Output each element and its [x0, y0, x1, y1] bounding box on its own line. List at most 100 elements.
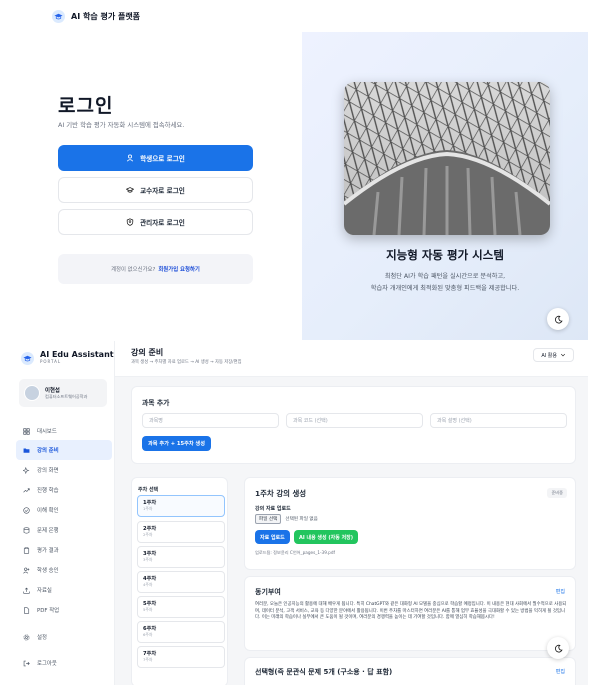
- quiz-title: 선택형(즉 문관식 문제 5개 (구소용 · 답 표함): [255, 668, 393, 676]
- page-title: 강의 준비: [131, 348, 164, 357]
- sidebar-item-student-approval[interactable]: 학생 승인: [16, 560, 112, 580]
- week-select-title: 주차 선택: [138, 487, 159, 493]
- sidebar-brand-subtitle: PORTAL: [40, 359, 62, 364]
- main-content: 강의 준비 과목 생성 → 주차별 자료 업로드 → AI 생성 → 자동 저장…: [115, 341, 588, 685]
- uploaded-file-text: 업로드됨: 정보윤리 C언어_pages_1-39.pdf: [255, 550, 335, 555]
- shield-user-icon: [126, 218, 134, 226]
- week-label: 4주차: [143, 576, 157, 582]
- sidebar-item-question-bank[interactable]: 문제 은행: [16, 520, 112, 540]
- hero-description-line2: 학습자 개개인에게 최적화된 맞춤형 피드백을 제공합니다.: [370, 285, 520, 292]
- course-code-input[interactable]: 과목 코드 (선택): [286, 413, 423, 428]
- user-name: 이현섭: [45, 388, 60, 394]
- week-sublabel: 4주차: [143, 582, 153, 587]
- main-header: 강의 준비 과목 생성 → 주차별 자료 업로드 → AI 생성 → 자동 저장…: [115, 341, 588, 377]
- ai-usage-label: AI 활용: [541, 352, 557, 359]
- sidebar-item-materials[interactable]: 자료실: [16, 580, 112, 600]
- sidebar-item-label: 문제 은행: [37, 528, 59, 534]
- sidebar-item-lecture-prep[interactable]: 강의 준비: [16, 440, 112, 460]
- course-name-input[interactable]: 과목명: [142, 413, 279, 428]
- file-picker: 파일 선택 선택된 파일 없음: [255, 514, 318, 524]
- week-item-7[interactable]: 7주차 7주차: [137, 646, 225, 668]
- professor-login-label: 교수자로 로그인: [140, 187, 185, 195]
- upload-label: 강의 자료 업로드: [255, 506, 291, 512]
- lecture-generate-card: 1주차 강의 생성 준비중 강의 자료 업로드 파일 선택 선택된 파일 없음 …: [244, 477, 576, 570]
- professor-login-button[interactable]: 교수자로 로그인: [58, 177, 253, 203]
- sidebar-item-pdf[interactable]: PDF 작업: [16, 600, 112, 620]
- file-select-button[interactable]: 파일 선택: [255, 514, 282, 524]
- ai-generate-button[interactable]: AI 내용 생성 (자동 저장): [294, 530, 359, 544]
- sidebar-item-label: 이해 확인: [37, 508, 59, 514]
- sidebar-item-settings[interactable]: 설정: [16, 627, 112, 647]
- database-icon: [23, 526, 30, 534]
- login-section: 로그인 AI 기반 학습 평가 자동화 시스템에 접속하세요. 학생으로 로그인…: [12, 32, 588, 340]
- brand-title: AI 학습 평가 플랫폼: [71, 11, 141, 21]
- hero-description-line1: 최첨단 AI가 학습 패턴을 실시간으로 분석하고,: [384, 273, 506, 280]
- status-badge: 준비중: [547, 488, 567, 498]
- sidebar-item-progress[interactable]: 진행 학습: [16, 480, 112, 500]
- theme-toggle-button[interactable]: [547, 637, 569, 659]
- top-header: AI 학습 평가 플랫폼: [0, 0, 600, 32]
- sidebar: AI Edu Assistant PORTAL 이현섭 컴퓨터소프트웨어공학과 …: [12, 341, 115, 685]
- week-label: 1주차: [143, 500, 157, 506]
- add-course-button[interactable]: 과목 추가 + 15주차 생성: [142, 436, 211, 451]
- week-sublabel: 7주차: [143, 657, 153, 662]
- week-label: 6주차: [143, 626, 157, 632]
- sparkle-icon: [23, 466, 30, 474]
- user-icon: [127, 154, 134, 162]
- signup-prompt: 계정이 없으신가요?: [111, 267, 156, 273]
- week-sublabel: 1주차: [143, 506, 153, 511]
- moon-icon: [554, 644, 563, 652]
- grid-icon: [23, 427, 30, 435]
- sidebar-item-dashboard[interactable]: 대시보드: [16, 421, 112, 441]
- trend-icon: [23, 487, 30, 492]
- logout-label: 로그아웃: [37, 661, 57, 667]
- upload-icon: [23, 587, 30, 594]
- sidebar-item-label: PDF 작업: [37, 608, 60, 614]
- sidebar-brand: AI Edu Assistant PORTAL: [21, 350, 114, 365]
- moon-icon: [554, 315, 563, 323]
- clipboard-icon: [23, 546, 30, 554]
- quiz-card: 선택형(즉 문관식 문제 5개 (구소용 · 답 표함) 편집: [244, 657, 576, 685]
- quiz-edit-link[interactable]: 편집: [556, 668, 565, 675]
- sidebar-item-lecture-screen[interactable]: 강의 화면: [16, 460, 112, 480]
- sidebar-item-understanding[interactable]: 이해 확인: [16, 500, 112, 520]
- week-item-4[interactable]: 4주차 4주차: [137, 571, 225, 593]
- graduation-cap-icon: [21, 352, 34, 365]
- sidebar-brand-title: AI Edu Assistant: [40, 350, 114, 359]
- admin-login-button[interactable]: 관리자로 로그인: [58, 209, 253, 235]
- theme-toggle-button[interactable]: [547, 308, 569, 330]
- week-label: 2주차: [143, 526, 157, 532]
- graduation-cap-icon: [126, 187, 135, 193]
- sidebar-item-label: 설정: [37, 635, 47, 641]
- week-item-5[interactable]: 5주차 5주차: [137, 596, 225, 618]
- logout-icon: [23, 660, 30, 666]
- sidebar-item-label: 강의 준비: [37, 448, 59, 454]
- week-sublabel: 6주차: [143, 632, 153, 637]
- week-item-6[interactable]: 6주차 6주차: [137, 621, 225, 643]
- upload-button[interactable]: 자료 업로드: [255, 530, 290, 544]
- logout-button[interactable]: 로그아웃: [16, 653, 112, 673]
- check-circle-icon: [23, 506, 30, 514]
- student-login-button[interactable]: 학생으로 로그인: [58, 145, 253, 171]
- motivation-edit-link[interactable]: 편집: [556, 588, 565, 595]
- week-item-3[interactable]: 3주차 3주차: [137, 546, 225, 568]
- user-card[interactable]: 이현섭 컴퓨터소프트웨어공학과: [19, 379, 107, 407]
- folder-icon: [23, 448, 30, 453]
- sidebar-item-results[interactable]: 평가 결과: [16, 540, 112, 560]
- week-item-2[interactable]: 2주차 2주차: [137, 521, 225, 543]
- user-plus-icon: [23, 567, 30, 574]
- week-label: 3주차: [143, 551, 157, 557]
- login-subtitle: AI 기반 학습 평가 자동화 시스템에 접속하세요.: [58, 121, 185, 129]
- course-description-input[interactable]: 과목 설명 (선택): [430, 413, 567, 428]
- sidebar-item-label: 자료실: [37, 588, 52, 594]
- breadcrumb: 과목 생성 → 주차별 자료 업로드 → AI 생성 → 자동 저장/편집: [131, 360, 242, 365]
- hero-panel: 지능형 자동 평가 시스템 최첨단 AI가 학습 패턴을 실시간으로 분석하고,…: [302, 32, 588, 340]
- week-label: 7주차: [143, 651, 157, 657]
- sidebar-item-label: 평가 결과: [37, 548, 59, 554]
- add-course-title: 과목 추가: [142, 399, 170, 407]
- chevron-down-icon: [560, 353, 566, 357]
- signup-link[interactable]: 회원가입 요청하기: [158, 265, 200, 273]
- motivation-title: 동기부여: [255, 588, 281, 596]
- week-item-1[interactable]: 1주차 1주차: [137, 495, 225, 517]
- ai-usage-dropdown[interactable]: AI 활용: [533, 348, 574, 362]
